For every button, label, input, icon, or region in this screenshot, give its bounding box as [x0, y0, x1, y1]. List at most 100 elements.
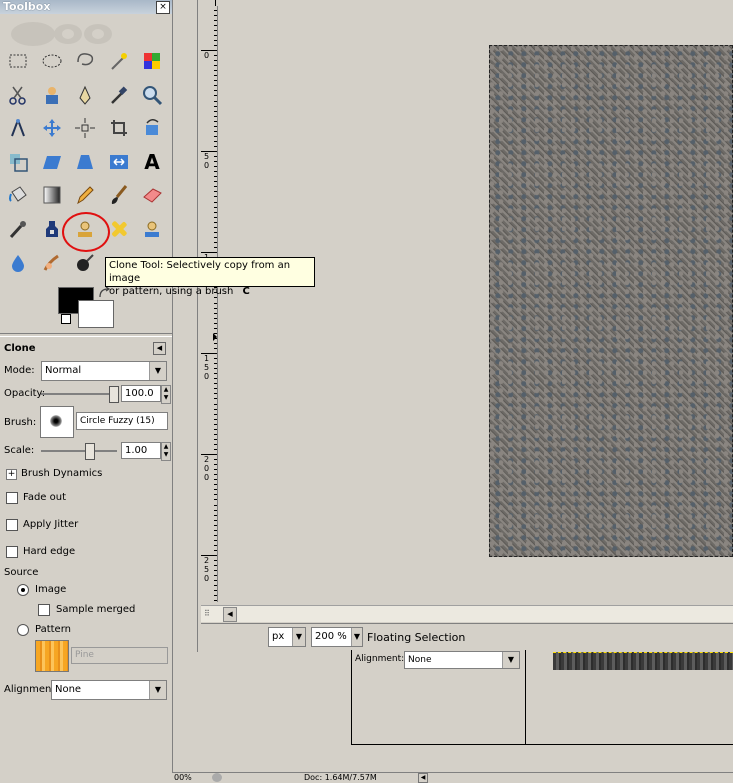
rect-select-icon[interactable]	[3, 46, 33, 76]
scissors-icon[interactable]	[3, 80, 33, 110]
ruler-tick	[214, 368, 217, 370]
nav-icon[interactable]: ⠿	[204, 609, 218, 619]
ruler-tick	[214, 433, 217, 435]
brush-name-field[interactable]: Circle Fuzzy (15)	[76, 412, 168, 430]
ruler-tick	[214, 560, 217, 562]
lower-alignment-label: Alignment:	[355, 654, 405, 664]
opacity-input[interactable]: 100.0	[121, 385, 161, 402]
status-bar: px ▼ 200 % ▼ Floating Selection	[201, 623, 733, 650]
mode-select[interactable]: Normal ▼	[41, 361, 167, 381]
scale-slider-track[interactable]	[41, 450, 117, 452]
ruler-tick	[214, 70, 217, 72]
text-icon[interactable]: A	[137, 147, 167, 177]
scale-spin-icon[interactable]: ▲ ▼	[161, 442, 171, 461]
close-icon[interactable]: ×	[156, 1, 170, 14]
lower-alignment-value: None	[408, 655, 432, 665]
blend-icon[interactable]	[37, 180, 67, 210]
source-label: Source	[4, 567, 39, 578]
horizontal-scrollbar[interactable]: ⠿ ◀	[201, 605, 733, 622]
scroll-left-icon[interactable]: ◀	[223, 607, 237, 622]
fade-out-checkbox[interactable]	[6, 492, 18, 504]
divider	[0, 333, 172, 337]
opacity-spin-icon[interactable]: ▲ ▼	[161, 385, 171, 404]
nav-icon[interactable]	[212, 773, 222, 782]
brush-circle-icon	[50, 415, 62, 427]
color-select-icon[interactable]	[137, 46, 167, 76]
ellipse-select-icon[interactable]	[37, 46, 67, 76]
ruler-tick	[214, 211, 217, 213]
chevron-down-icon: ▼	[502, 652, 519, 668]
airbrush-icon[interactable]	[3, 214, 33, 244]
zoom-select[interactable]: 200 % ▼	[311, 627, 363, 647]
apply-jitter-checkbox[interactable]	[6, 519, 18, 531]
collapse-icon[interactable]: ◀	[153, 342, 166, 355]
scale-icon[interactable]	[3, 147, 33, 177]
ruler-tick	[214, 378, 217, 380]
opacity-slider-handle[interactable]	[109, 386, 119, 403]
opacity-slider-track[interactable]	[41, 393, 117, 395]
ruler-tick	[214, 140, 217, 142]
ruler-tick	[214, 443, 217, 445]
measure-icon[interactable]	[3, 113, 33, 143]
ruler-label-digit: 0	[204, 473, 210, 482]
shear-icon[interactable]	[37, 147, 67, 177]
brush-dynamics-expander[interactable]: Brush Dynamics	[21, 468, 102, 479]
pattern-preview[interactable]	[35, 640, 69, 672]
pattern-name-field[interactable]: Pine	[71, 647, 168, 664]
sample-merged-checkbox[interactable]	[38, 604, 50, 616]
pencil-icon[interactable]	[70, 180, 100, 210]
default-colors-icon[interactable]	[61, 314, 71, 324]
align-icon[interactable]	[70, 113, 100, 143]
dodge-burn-icon[interactable]	[70, 248, 100, 278]
ruler-tick	[214, 105, 217, 107]
scale-input[interactable]: 1.00	[121, 442, 161, 459]
color-picker-icon[interactable]	[104, 80, 134, 110]
foreground-select-icon[interactable]	[37, 80, 67, 110]
ruler-tick	[214, 544, 217, 546]
background-color-swatch[interactable]	[78, 300, 114, 328]
apply-jitter-label: Apply Jitter	[23, 519, 79, 530]
flip-icon[interactable]	[104, 147, 134, 177]
ruler-tick	[214, 145, 217, 147]
alignment-select[interactable]: None ▼	[51, 680, 167, 700]
ruler-tick	[214, 44, 217, 46]
source-pattern-radio[interactable]	[17, 624, 29, 636]
unit-select[interactable]: px ▼	[268, 627, 306, 647]
paintbrush-icon[interactable]	[104, 180, 134, 210]
ruler-tick	[214, 246, 217, 248]
hard-edge-checkbox[interactable]	[6, 546, 18, 558]
smudge-icon[interactable]	[37, 248, 67, 278]
scale-slider-handle[interactable]	[85, 443, 95, 460]
ruler-tick	[214, 125, 217, 127]
ruler-tick	[214, 519, 217, 521]
fuzzy-select-icon[interactable]	[104, 46, 134, 76]
ruler-tick	[214, 408, 217, 410]
crop-icon[interactable]	[104, 113, 134, 143]
ruler-label-digit: 5	[204, 152, 210, 161]
move-icon[interactable]	[37, 113, 67, 143]
ruler-tick	[214, 60, 217, 62]
blur-icon[interactable]	[3, 248, 33, 278]
tooltip-shortcut: C	[242, 286, 250, 297]
ruler-label-digit: 2	[204, 556, 210, 565]
ruler-tick	[214, 161, 217, 163]
vertical-ruler[interactable]: 0501150200250	[201, 6, 218, 607]
expand-icon[interactable]: +	[6, 469, 17, 480]
eraser-icon[interactable]	[137, 180, 167, 210]
ruler-tick	[214, 156, 217, 158]
lower-alignment-select[interactable]: None ▼	[404, 651, 520, 669]
bucket-fill-icon[interactable]	[3, 180, 33, 210]
perspective-clone-icon[interactable]	[137, 214, 167, 244]
toolbox-titlebar[interactable]: Toolbox ×	[0, 0, 172, 14]
ruler-tick	[214, 80, 217, 82]
ruler-tick	[214, 9, 217, 11]
zoom-icon[interactable]	[137, 80, 167, 110]
perspective-icon[interactable]	[70, 147, 100, 177]
floating-selection-image[interactable]	[489, 45, 733, 557]
source-image-radio[interactable]	[17, 584, 29, 596]
brush-preview[interactable]	[40, 406, 74, 438]
ruler-tick	[214, 570, 217, 572]
paths-icon[interactable]	[70, 80, 100, 110]
rotate-icon[interactable]	[137, 113, 167, 143]
lasso-icon[interactable]	[70, 46, 100, 76]
